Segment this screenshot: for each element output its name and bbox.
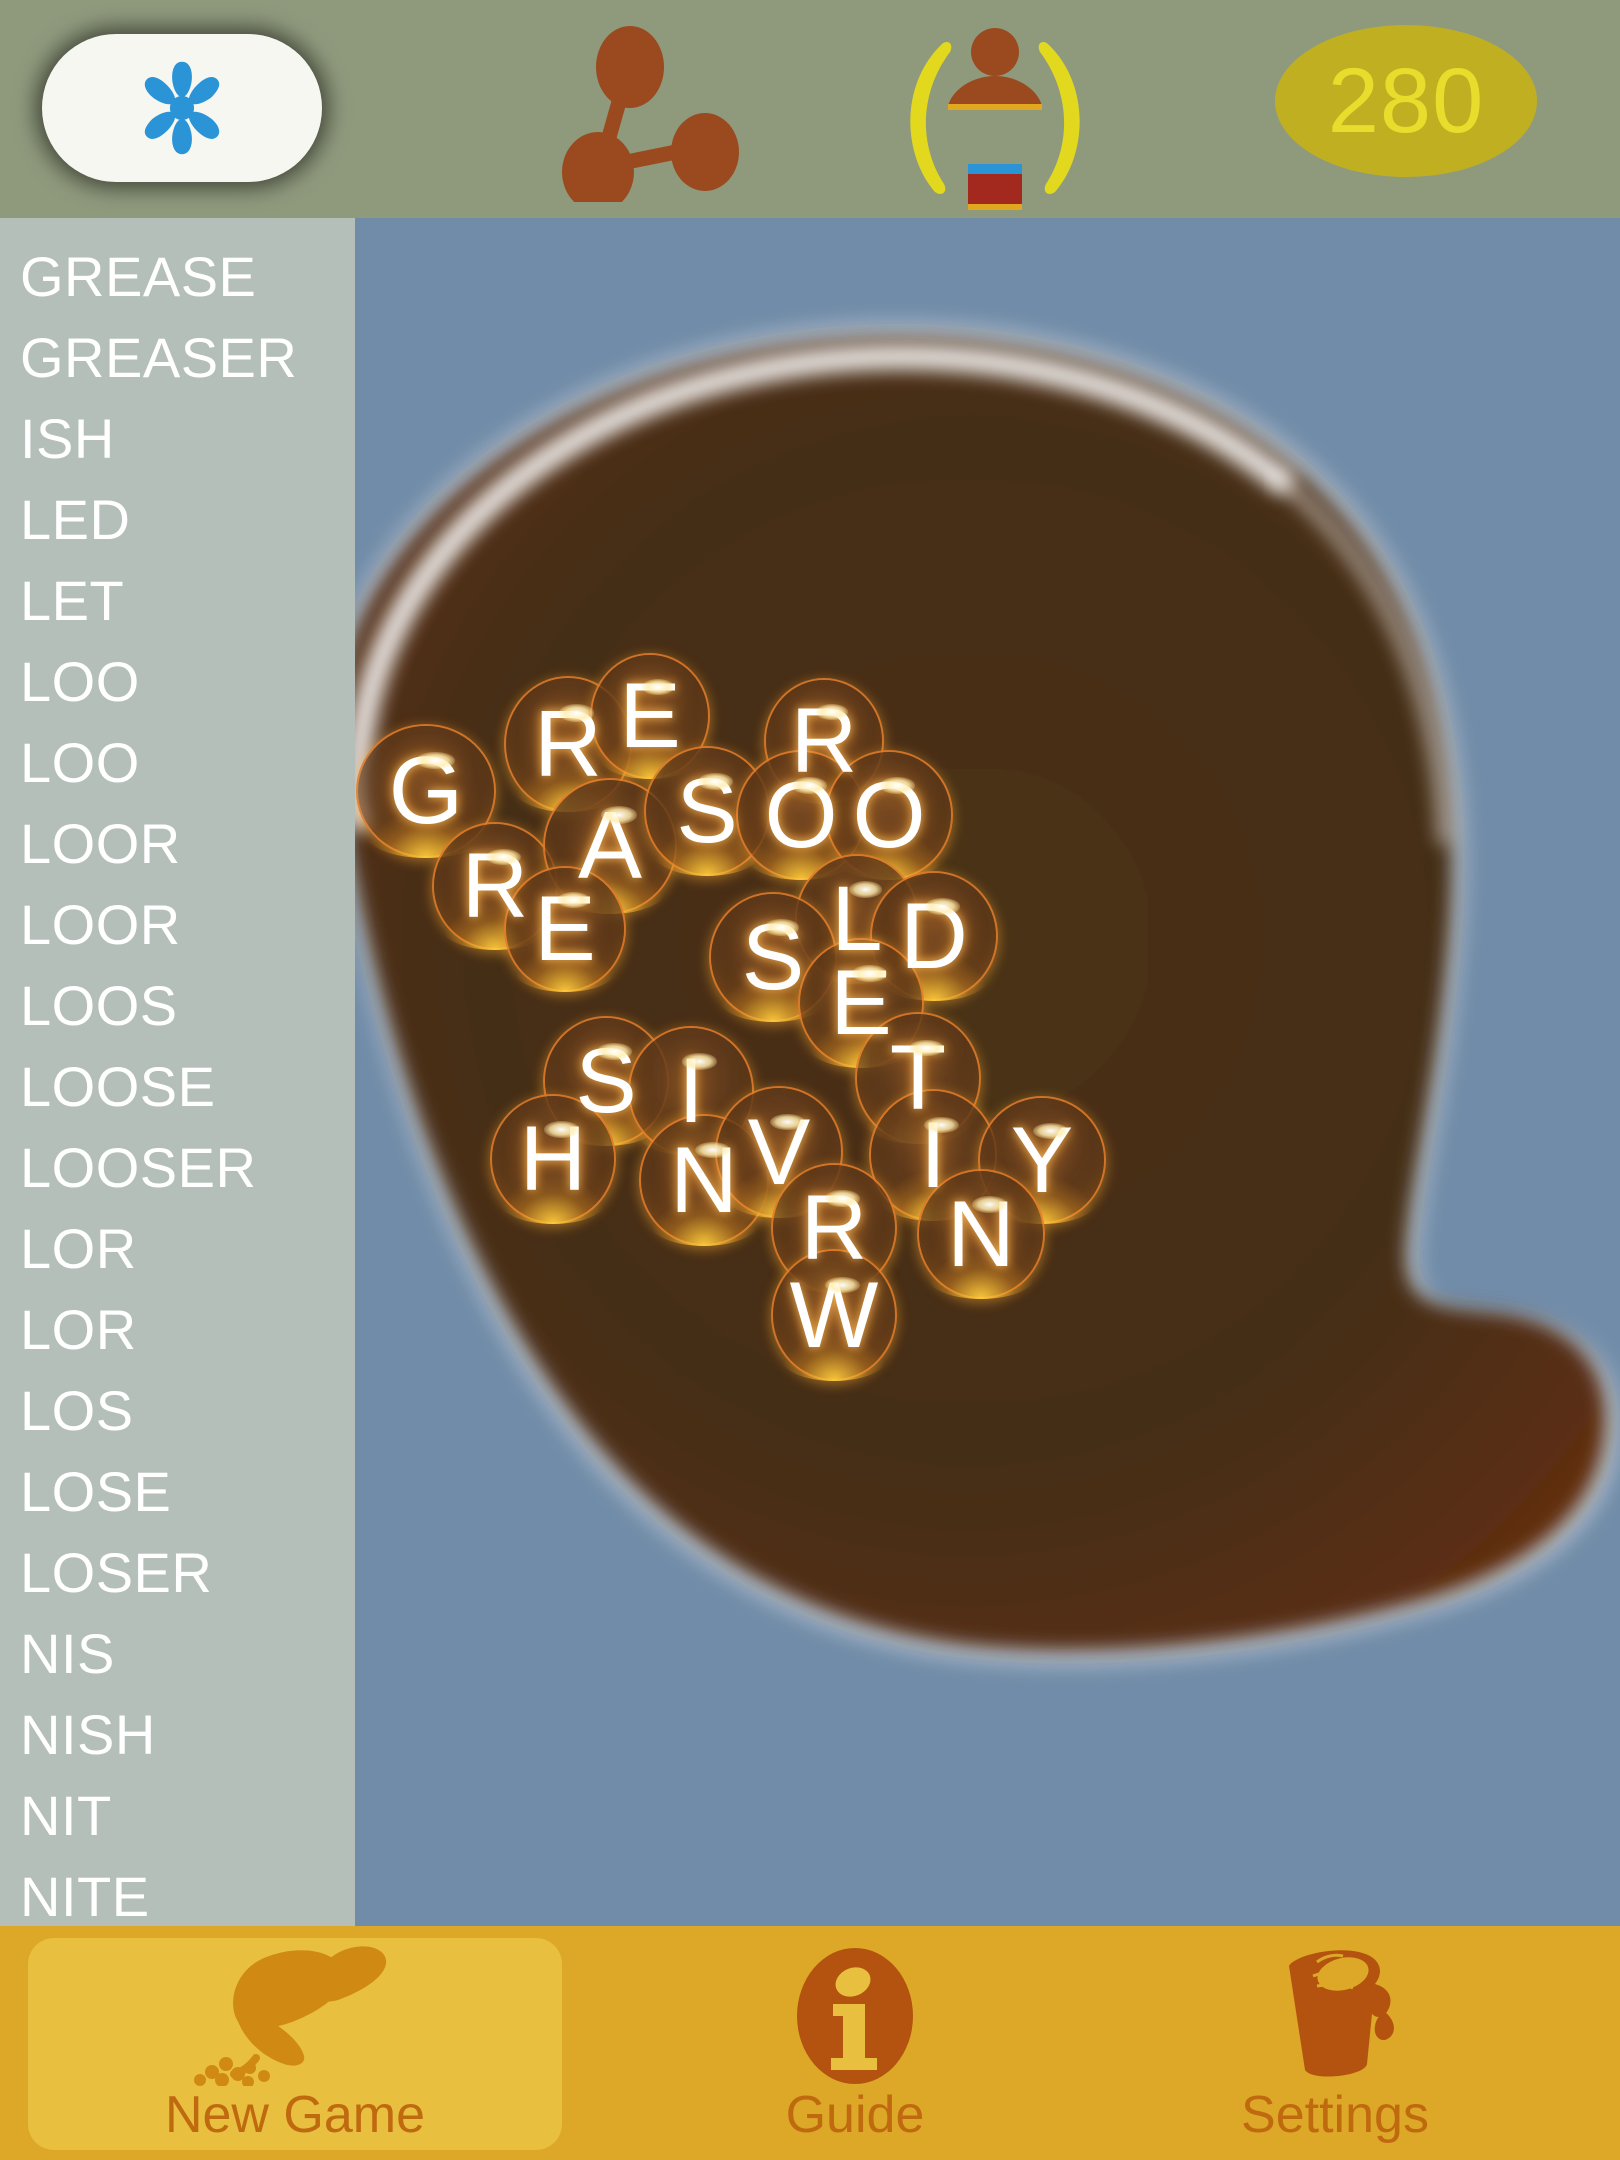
list-item: NIS — [20, 1622, 115, 1685]
tile-letter: G — [388, 737, 464, 844]
laurel-award-icon[interactable] — [880, 14, 1110, 210]
list-item: ISH — [20, 407, 115, 470]
tile-letter: H — [519, 1108, 587, 1210]
letter-tiles[interactable]: GRERRASOOELDSETSIHNVIYRNW — [355, 218, 1620, 1926]
pot-drip-icon — [1289, 1950, 1394, 2077]
game-board[interactable]: GRERRASOOELDSETSIHNVIYRNW — [355, 218, 1620, 1926]
tile-letter: R — [534, 691, 602, 796]
list-item: LET — [20, 569, 125, 632]
list-item: LOOR — [20, 893, 181, 956]
tile-letter: O — [764, 762, 838, 867]
hint-button[interactable] — [42, 34, 322, 182]
tile-letter: R — [461, 835, 529, 937]
tile-letter: E — [830, 952, 892, 1054]
game-screen: 280 GREASE GREASER ISH LED LET LOO LOO L… — [0, 0, 1620, 2160]
tile-letter: N — [670, 1127, 738, 1232]
guide-label: Guide — [785, 2086, 925, 2144]
tile-letter: W — [789, 1262, 879, 1367]
list-item: LOR — [20, 1217, 137, 1280]
tile-letter: D — [900, 883, 968, 988]
letter-tile[interactable]: W — [773, 1251, 895, 1381]
new-game-label: New Game — [164, 2086, 426, 2144]
bottom-nav-bar: New Game Guide Settings — [0, 1926, 1620, 2160]
tile-letter: Y — [1010, 1107, 1074, 1212]
score-value: 280 — [1327, 50, 1485, 152]
list-item: NISH — [20, 1703, 156, 1766]
new-game-button[interactable]: New Game — [28, 1938, 562, 2150]
tile-letter: E — [534, 878, 596, 980]
score-badge: 280 — [1275, 25, 1537, 177]
settings-label: Settings — [1241, 2086, 1429, 2144]
top-bar: 280 — [0, 0, 1620, 218]
list-item: GREASE — [20, 245, 257, 308]
guide-button[interactable]: Guide — [700, 1938, 1010, 2150]
tile-letter: S — [676, 760, 738, 862]
tile-letter: O — [852, 762, 926, 867]
share-nodes-icon[interactable] — [540, 22, 770, 202]
list-item: LOOSE — [20, 1055, 216, 1118]
list-item: LOO — [20, 731, 140, 794]
list-item: LOSE — [20, 1460, 172, 1523]
settings-button[interactable]: Settings — [1155, 1938, 1515, 2150]
list-item: LOOS — [20, 974, 178, 1037]
list-item: LOS — [20, 1379, 134, 1442]
list-item: LOR — [20, 1298, 137, 1361]
list-item: LOSER — [20, 1541, 213, 1604]
list-item: NIT — [20, 1784, 112, 1847]
tile-letter: S — [741, 904, 805, 1009]
scoop-seeds-icon — [194, 1946, 387, 2086]
tile-letter: E — [619, 665, 681, 767]
list-item: GREASER — [20, 326, 298, 389]
found-words-list[interactable]: GREASE GREASER ISH LED LET LOO LOO LOOR … — [0, 218, 355, 1926]
list-item: LOOR — [20, 812, 181, 875]
list-item: NITE — [20, 1865, 150, 1926]
tile-letter: N — [947, 1181, 1015, 1286]
list-item: LOO — [20, 650, 140, 713]
spark-asterisk-icon — [144, 61, 220, 155]
list-item: LOOSER — [20, 1136, 257, 1199]
list-item: LED — [20, 488, 131, 551]
tile-letter: I — [919, 1102, 947, 1207]
tile-letter: R — [800, 1177, 868, 1279]
tile-letter: I — [678, 1040, 704, 1142]
info-i-icon — [797, 1948, 913, 2084]
